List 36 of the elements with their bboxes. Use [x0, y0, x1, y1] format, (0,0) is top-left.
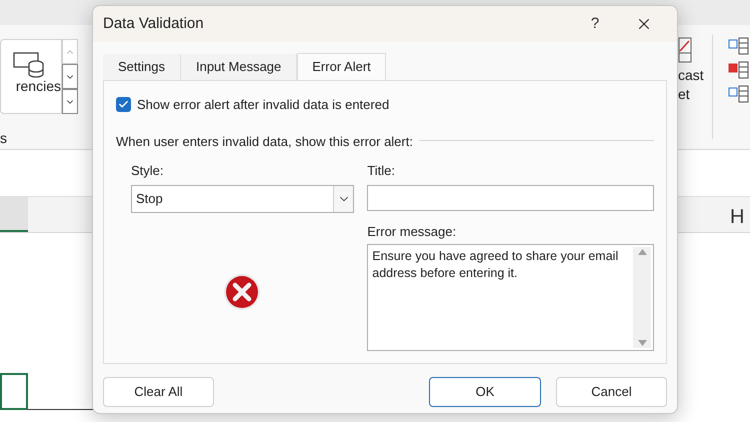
- show-alert-checkbox[interactable]: [116, 97, 131, 112]
- style-label: Style:: [131, 163, 165, 179]
- check-icon: [118, 99, 129, 110]
- error-message-field[interactable]: Ensure you have agreed to share your email address before entering it.: [367, 244, 654, 351]
- dialog-tab[interactable]: Error Alert: [297, 53, 386, 80]
- gallery-item-label: rencies: [16, 78, 61, 94]
- help-button[interactable]: ?: [579, 12, 611, 36]
- window-title: Data Validation: [103, 14, 205, 34]
- dialog-button[interactable]: Cancel: [556, 377, 667, 407]
- scroll-down-arrow-icon: [638, 340, 646, 346]
- error-stop-icon: [223, 273, 261, 311]
- error-message-label: Error message:: [367, 224, 458, 240]
- title-input-field[interactable]: [367, 185, 654, 211]
- dialog-tab[interactable]: Input Message: [180, 54, 298, 80]
- group-label: s: [0, 129, 8, 148]
- dialog-button[interactable]: OK: [429, 377, 541, 407]
- style-dropdown[interactable]: Stop: [131, 185, 354, 213]
- scroll-up-arrow-icon: [638, 249, 646, 255]
- outline-icon[interactable]: [728, 37, 750, 55]
- scrollbar[interactable]: [633, 247, 651, 348]
- selected-cell[interactable]: [0, 373, 28, 410]
- column-header[interactable]: H: [730, 197, 750, 232]
- scroll-down-button[interactable]: [62, 64, 78, 89]
- selected-column-header[interactable]: [0, 197, 28, 232]
- ribbon-button-label: cast: [678, 66, 704, 85]
- money-coins-icon: [13, 50, 45, 78]
- outline-icon[interactable]: [728, 61, 750, 79]
- ribbon-button-label: et: [678, 85, 690, 103]
- title-label: Title:: [367, 163, 396, 179]
- currencies-gallery-item[interactable]: rencies: [0, 39, 62, 114]
- outline-icon[interactable]: [728, 85, 750, 103]
- dialog-button[interactable]: Clear All: [103, 377, 214, 407]
- checkbox-label: Show error alert after invalid data is entered: [137, 96, 390, 114]
- dialog-tab[interactable]: Settings: [103, 54, 181, 80]
- more-button[interactable]: [62, 89, 78, 114]
- group-heading: When user enters invalid data, show this error alert:: [116, 132, 413, 150]
